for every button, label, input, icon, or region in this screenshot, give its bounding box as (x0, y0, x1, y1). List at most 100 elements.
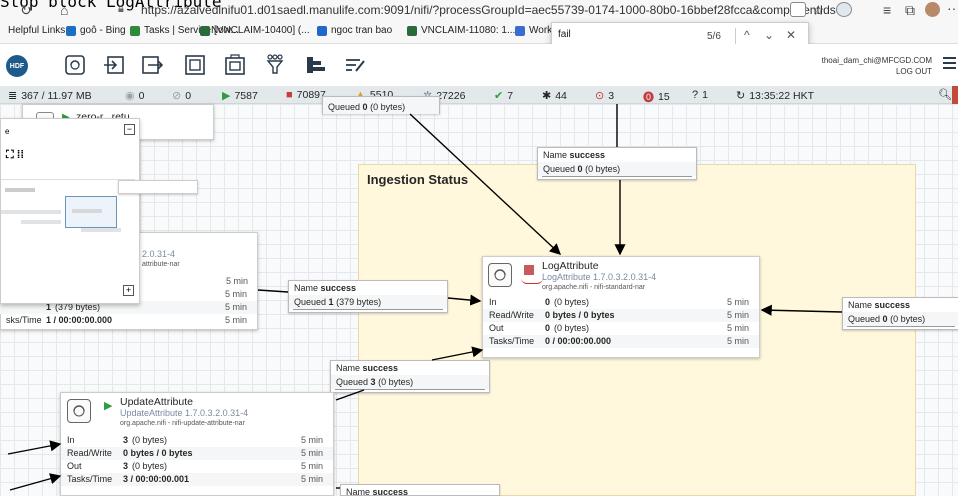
queue-progress (847, 326, 955, 329)
connection-label-bottom[interactable]: Name success (340, 484, 500, 496)
stats-row: Out 0 (0 bytes) 5 min (483, 322, 759, 335)
stats-value: 3 (123, 461, 129, 471)
up-to-date-status: ✔ 7 (494, 89, 514, 103)
queued-status: ≣ 367 / 11.97 MB (8, 89, 92, 103)
connection-label-left[interactable]: Name success Queued 1 (379 bytes) (288, 280, 448, 313)
up-to-date-value: 7 (507, 89, 514, 102)
extension-icon[interactable] (836, 2, 852, 17)
more-icon[interactable]: ··· (947, 0, 958, 16)
processor-bundle: org.apache.nifi - nifi-standard-nar (542, 284, 646, 291)
reader-view-icon[interactable] (790, 2, 806, 17)
processor-icon[interactable] (62, 53, 88, 77)
birdseye-view[interactable] (1, 179, 135, 271)
running-icon: ▶ (222, 90, 231, 102)
stats-value: 0 bytes / 0 bytes (545, 310, 615, 320)
locally-modified-value: 44 (555, 89, 567, 102)
stats-value: 3 (123, 435, 129, 445)
bookmark-label: [VNCLAIM-10400] (... (214, 25, 310, 36)
refresh-status[interactable]: ↻ 13:35:22 HKT (736, 89, 814, 103)
stats-label: Tasks/Time (489, 336, 535, 346)
bookmark-item[interactable]: VNCLAIM-11080: 1... (407, 25, 515, 36)
not-transmitting-status: ⊘ 0 (172, 89, 191, 103)
stopped-icon: ■ (286, 89, 293, 101)
stats-label: Tasks/Time (67, 474, 113, 484)
stats-time: 5 min (224, 315, 247, 325)
connection-name: success (362, 363, 399, 373)
processor-type: LogAttribute 1.7.0.3.2.0.31-4 (542, 272, 657, 282)
stats-time: 5 min (300, 435, 323, 445)
stats-time: 5 min (726, 336, 749, 346)
find-previous-button[interactable]: ^ (744, 28, 750, 42)
remote-process-group-icon[interactable] (222, 53, 248, 77)
processor-name: UpdateAttribute (120, 396, 193, 408)
refresh-status-icon[interactable]: ↻ (736, 89, 745, 102)
processor-bundle: org.apache.nifi - nifi-update-attribute-… (120, 420, 245, 427)
connection-name: success (874, 300, 911, 310)
refresh-icon[interactable]: ↻ (20, 2, 32, 19)
stats-label: Out (489, 323, 504, 333)
input-port-icon[interactable] (101, 53, 127, 77)
lock-icon[interactable]: 🔒︎ (118, 3, 124, 16)
home-icon[interactable]: ⌂ (60, 2, 68, 18)
find-input[interactable] (558, 29, 688, 40)
expand-icon[interactable]: + (123, 285, 134, 296)
output-port-icon[interactable] (139, 53, 165, 77)
stats-label: sks/Time (6, 315, 42, 325)
find-close-button[interactable]: ✕ (786, 28, 796, 42)
bookmark-icon (130, 25, 140, 36)
connection-label-top[interactable]: Name success Queued 0 (0 bytes) (537, 147, 697, 180)
current-user: thoai_dam_chi@MFCGD.COM (821, 56, 932, 65)
bookmark-item[interactable]: [VNCLAIM-10400] (... (200, 25, 310, 36)
logout-link[interactable]: LOG OUT (850, 67, 932, 76)
bookmark-item[interactable]: goô - Bing (66, 25, 126, 36)
unknown-value: 1 (702, 89, 708, 101)
bookmark-icon (515, 25, 525, 36)
template-icon[interactable] (302, 53, 328, 77)
navigate-panel[interactable]: e − ⛶ ⁞⁞ + (0, 118, 140, 304)
connection-label-right[interactable]: Name success Queued 0 (0 bytes) (842, 297, 958, 330)
stats-time: 5 min (300, 474, 323, 484)
queued-label: Queued (336, 377, 369, 387)
queue-progress (335, 389, 485, 392)
connection-label-middle[interactable]: Name success Queued 3 (0 bytes) (330, 360, 490, 393)
find-next-button[interactable]: ⌄ (764, 28, 774, 42)
bookmark-item[interactable]: ngoc tran bao (317, 25, 392, 36)
stats-time: 5 min (726, 323, 749, 333)
process-group-icon[interactable] (182, 53, 208, 77)
stats-time: 5 min (225, 276, 248, 286)
zoom-fit-icon[interactable]: ⛶ ⁞⁞ (6, 149, 24, 162)
viewport-indicator[interactable] (65, 196, 117, 228)
disabled-value: 27226 (436, 89, 466, 102)
queued-label: Queued (543, 164, 576, 174)
connection-name: success (569, 150, 606, 160)
name-label: Name (543, 150, 568, 160)
unknown-status: ? 1 (692, 89, 708, 101)
stopped-status: ■ 70897 (286, 89, 326, 101)
favorite-icon[interactable]: ☆ (812, 2, 825, 19)
queued-bytes: (0 bytes) (585, 164, 621, 174)
locally-modified-status: ✱ 44 (542, 89, 567, 103)
search-panel-edge (952, 86, 958, 104)
label-icon[interactable] (342, 53, 368, 77)
collections-icon[interactable]: ⧉ (905, 2, 915, 19)
connection-label-top-partial[interactable]: Queued 0 (0 bytes) (322, 96, 440, 114)
search-icon[interactable]: 🔍︎ (938, 88, 952, 101)
funnel-icon[interactable] (262, 53, 288, 77)
stats-value: 0 / 00:00:00.000 (545, 336, 612, 346)
bookmark-icon (407, 25, 417, 36)
check-icon: ✔ (494, 90, 504, 102)
global-menu-icon[interactable] (943, 57, 956, 72)
bookmark-label: Helpful Links (8, 25, 66, 36)
collapse-icon[interactable]: − (124, 124, 135, 135)
avatar[interactable] (925, 2, 940, 17)
url-field[interactable]: https://azalvedlnifu01.d01saedl.manulife… (141, 3, 843, 17)
queue-icon: ≣ (8, 90, 18, 102)
bookmark-item[interactable]: Helpful Links (8, 25, 65, 36)
running-status: ▶ 7587 (222, 89, 258, 103)
connection-label-partial[interactable] (118, 180, 198, 194)
bookmark-icon (317, 25, 327, 36)
stats-bytes: (0 bytes) (554, 297, 590, 307)
stats-row: Read/Write 0 bytes / 0 bytes 5 min (483, 309, 759, 322)
favorites-bar-icon[interactable]: ≡ (883, 2, 891, 18)
queued-bytes: (0 bytes) (378, 377, 414, 387)
